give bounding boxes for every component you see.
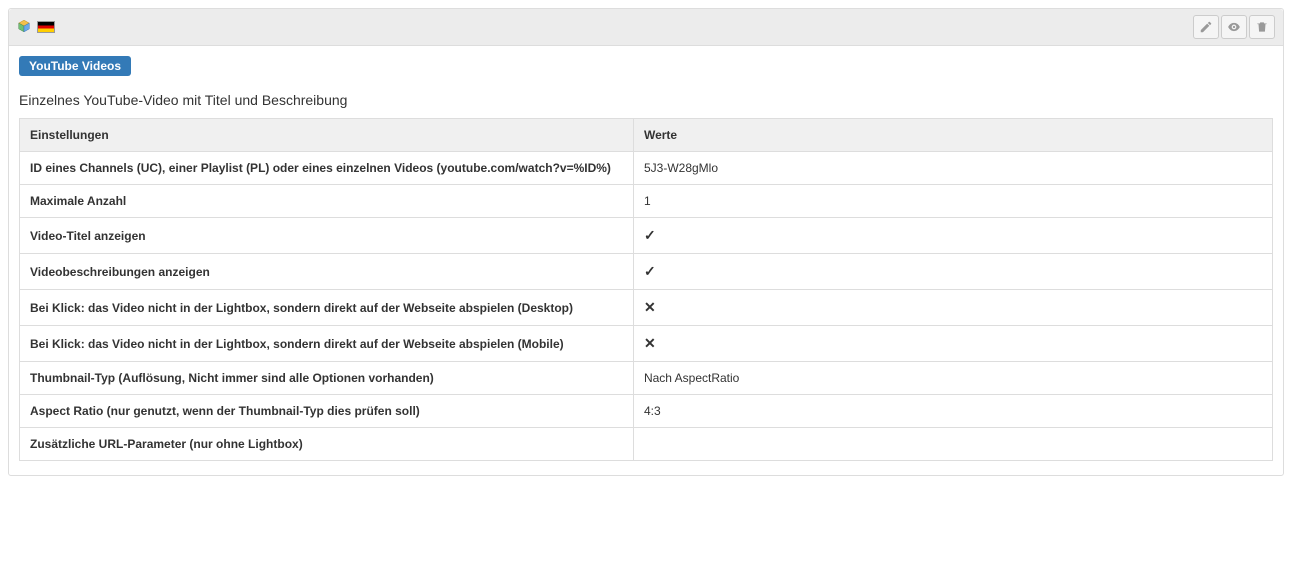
setting-value: ✓ [633, 254, 1272, 290]
check-icon: ✓ [644, 227, 656, 243]
col-header-values: Werte [633, 119, 1272, 152]
setting-value: Nach AspectRatio [633, 362, 1272, 395]
header-left [17, 19, 55, 36]
setting-key: Videobeschreibungen anzeigen [20, 254, 634, 290]
cross-icon: ✕ [644, 335, 656, 351]
setting-value: 1 [633, 185, 1272, 218]
setting-value [633, 428, 1272, 461]
setting-key: Video-Titel anzeigen [20, 218, 634, 254]
setting-key: Zusätzliche URL-Parameter (nur ohne Ligh… [20, 428, 634, 461]
table-row: ID eines Channels (UC), einer Playlist (… [20, 152, 1273, 185]
table-row: Zusätzliche URL-Parameter (nur ohne Ligh… [20, 428, 1273, 461]
panel-header [9, 9, 1283, 46]
setting-key: Maximale Anzahl [20, 185, 634, 218]
cross-icon: ✕ [644, 299, 656, 315]
settings-table: Einstellungen Werte ID eines Channels (U… [19, 118, 1273, 461]
setting-value: ✓ [633, 218, 1272, 254]
table-row: Bei Klick: das Video nicht in der Lightb… [20, 326, 1273, 362]
module-icon [17, 19, 31, 36]
setting-key: Aspect Ratio (nur genutzt, wenn der Thum… [20, 395, 634, 428]
setting-value: ✕ [633, 326, 1272, 362]
table-row: Thumbnail-Typ (Auflösung, Nicht immer si… [20, 362, 1273, 395]
module-type-badge: YouTube Videos [19, 56, 131, 76]
panel-body: YouTube Videos Einzelnes YouTube-Video m… [9, 46, 1283, 475]
eye-icon [1227, 20, 1241, 34]
table-row: Video-Titel anzeigen ✓ [20, 218, 1273, 254]
setting-value: ✕ [633, 290, 1272, 326]
trash-icon [1255, 20, 1269, 34]
table-row: Maximale Anzahl1 [20, 185, 1273, 218]
header-actions [1193, 15, 1275, 39]
check-icon: ✓ [644, 263, 656, 279]
table-row: Bei Klick: das Video nicht in der Lightb… [20, 290, 1273, 326]
setting-key: Bei Klick: das Video nicht in der Lightb… [20, 290, 634, 326]
setting-key: Thumbnail-Typ (Auflösung, Nicht immer si… [20, 362, 634, 395]
visibility-toggle-button[interactable] [1221, 15, 1247, 39]
flag-de-icon [37, 21, 55, 33]
section-title: Einzelnes YouTube-Video mit Titel und Be… [19, 92, 1273, 108]
delete-button[interactable] [1249, 15, 1275, 39]
edit-button[interactable] [1193, 15, 1219, 39]
module-panel: YouTube Videos Einzelnes YouTube-Video m… [8, 8, 1284, 476]
setting-value: 4:3 [633, 395, 1272, 428]
setting-key: Bei Klick: das Video nicht in der Lightb… [20, 326, 634, 362]
pencil-icon [1199, 20, 1213, 34]
table-row: Videobeschreibungen anzeigen ✓ [20, 254, 1273, 290]
table-row: Aspect Ratio (nur genutzt, wenn der Thum… [20, 395, 1273, 428]
col-header-settings: Einstellungen [20, 119, 634, 152]
setting-value: 5J3-W28gMlo [633, 152, 1272, 185]
setting-key: ID eines Channels (UC), einer Playlist (… [20, 152, 634, 185]
